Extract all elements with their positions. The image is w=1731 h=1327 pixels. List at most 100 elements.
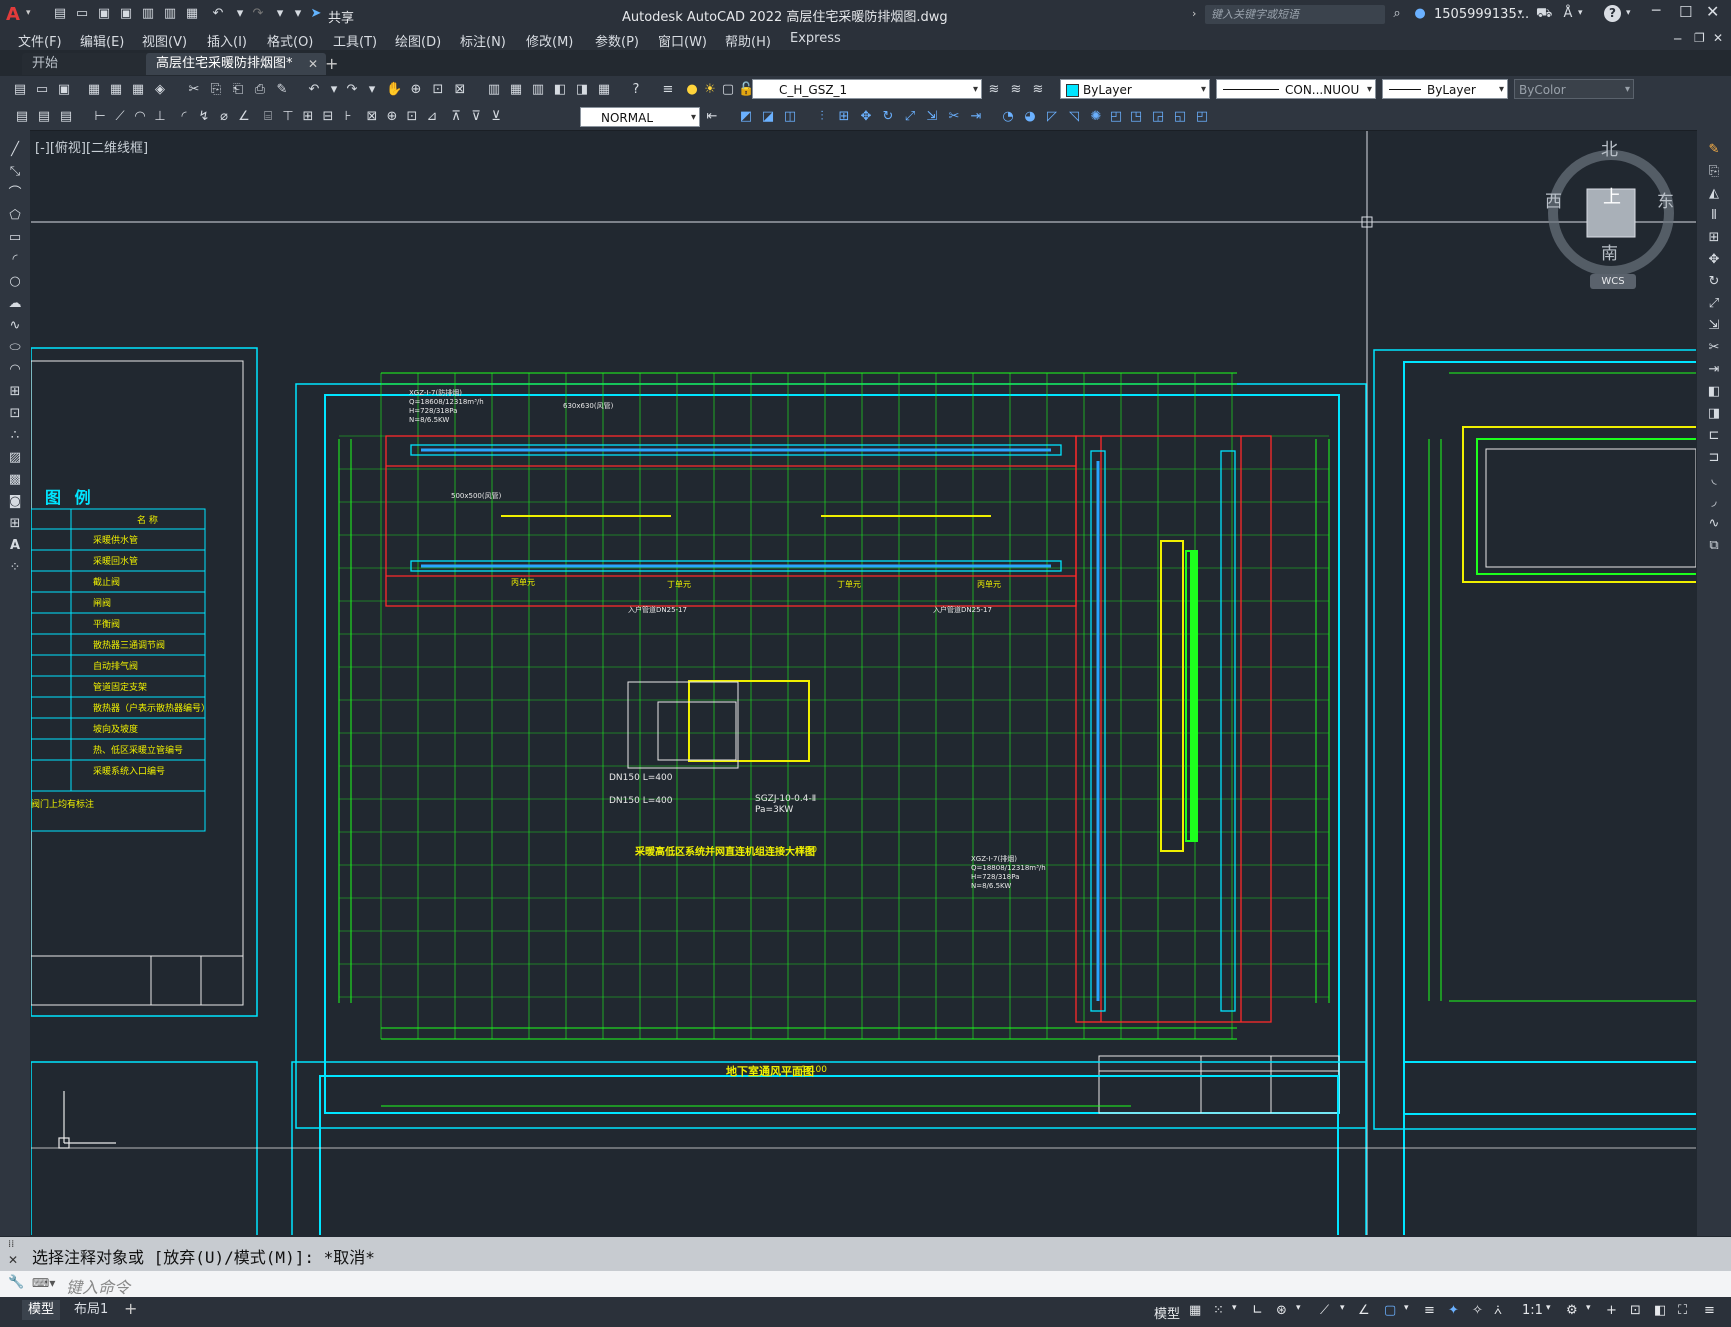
rt-chamfer-icon[interactable]: ⊐ [1706,450,1722,466]
layer-dropdown[interactable]: C_H_GSZ_1 ▾ [752,79,982,99]
qnew-icon[interactable]: ▤ [12,82,28,98]
block-editor-icon[interactable]: ✎ [274,82,290,98]
insert-block-icon[interactable]: ⊞ [7,384,23,400]
jogged-linear-icon[interactable]: ⊿ [424,109,440,125]
viewcube-west[interactable]: 西 [1545,187,1562,212]
draworder-icon[interactable]: ◰ [1108,109,1124,125]
spline-icon[interactable]: ∿ [7,318,23,334]
clean-screen-icon[interactable]: ⛶ [1678,1303,1687,1318]
zoom-previous-icon[interactable]: ⊠ [452,82,468,98]
revision-cloud-icon[interactable]: ☁ [7,296,23,312]
arc-length-icon[interactable]: ◠ [132,109,148,125]
new-tab-icon[interactable]: + [325,54,338,73]
erase-icon[interactable]: ◩ [738,109,754,125]
tolerance-icon[interactable]: ⊠ [364,109,380,125]
mirror-icon[interactable]: ◫ [782,109,798,125]
redo-tb-dropdown-icon[interactable]: ▾ [364,82,380,98]
a360-dropdown-icon[interactable]: ▾ [1578,8,1583,18]
undo-dropdown-icon[interactable]: ▾ [232,6,248,22]
fillet-icon[interactable]: ◹ [1066,109,1082,125]
region-icon[interactable]: ◙ [7,494,23,510]
rt-offset-icon[interactable]: ⫴ [1706,208,1722,224]
help-tb-icon[interactable]: ? [628,82,644,98]
redo-dropdown-icon[interactable]: ▾ [272,6,288,22]
dim-text-edit-icon[interactable]: ⊽ [468,109,484,125]
new-file-icon[interactable]: ▤ [52,6,68,22]
radius-dim-icon[interactable]: ◜ [176,109,192,125]
doc-close-icon[interactable]: ✕ [1713,31,1723,45]
sheet-set-icon[interactable]: ◧ [552,82,568,98]
break-icon[interactable]: ◔ [1000,109,1016,125]
pan-icon[interactable]: ✋ [386,82,402,98]
array-icon[interactable]: ⊞ [836,109,852,125]
rt-move-icon[interactable]: ✥ [1706,252,1722,268]
polyline-icon[interactable]: ⌒ [7,186,23,202]
polar-dropdown-icon[interactable]: ▾ [1296,1303,1301,1313]
menu-parametric[interactable]: 参数(P) [595,31,639,50]
autoscale-icon[interactable]: ✧ [1472,1303,1483,1318]
scale-icon[interactable]: ⤢ [902,109,918,125]
layer-previous-icon[interactable]: ≋ [1008,82,1024,98]
table-style-icon[interactable]: ▤ [58,109,74,125]
undo-tb-icon[interactable]: ↶ [306,82,322,98]
ortho-icon[interactable]: ∟ [1252,1303,1263,1318]
quick-access-customize-icon[interactable]: ▾ [290,6,306,22]
table-icon[interactable]: ⊞ [7,516,23,532]
rt-stretch-icon[interactable]: ⇲ [1706,318,1722,334]
annotation-monitor-icon[interactable]: + [1606,1303,1617,1318]
viewcube-north[interactable]: 北 [1601,135,1618,160]
osnap-icon[interactable]: ▢ [1384,1303,1396,1318]
viewcube-east[interactable]: 东 [1657,187,1674,212]
make-current-icon[interactable]: ≋ [986,82,1002,98]
diameter-dim-icon[interactable]: ⌀ [216,109,232,125]
menu-dimension[interactable]: 标注(N) [460,31,506,50]
copy-icon[interactable]: ⎘ [208,82,224,98]
tab-start[interactable]: 开始 [22,53,160,75]
rotate-icon[interactable]: ↻ [880,109,896,125]
save-tb-icon[interactable]: ▣ [56,82,72,98]
copy-object-icon[interactable]: ◪ [760,109,776,125]
help-dropdown-icon[interactable]: ▾ [1626,8,1631,18]
annotation-visibility-icon[interactable]: ✦ [1448,1303,1459,1318]
circle-icon[interactable]: ○ [7,274,23,290]
model-layout-tab[interactable]: 模型 [22,1300,61,1320]
share-icon[interactable]: ➤ [308,6,324,22]
workspace-gear-icon[interactable]: ⚙ [1566,1303,1578,1318]
select-group-icon[interactable]: ◰ [1194,109,1210,125]
hatch-icon[interactable]: ▨ [7,450,23,466]
layout1-tab[interactable]: 布局1 [66,1300,116,1320]
command-close-icon[interactable]: ✕ [8,1253,18,1267]
stretch-icon[interactable]: ⇲ [924,109,940,125]
viewcube-south[interactable]: 南 [1601,239,1618,264]
minimize-icon[interactable]: ─ [1652,3,1660,19]
share-button[interactable]: 共享 [328,7,354,26]
dim-override-icon[interactable]: ⇤ [704,109,720,125]
dim-space-icon[interactable]: ⊟ [320,109,336,125]
save-as-icon[interactable]: ▣ [118,6,134,22]
layer-state-icon[interactable]: ≋ [1030,82,1046,98]
aligned-dim-icon[interactable]: ⟋ [112,109,128,125]
markup-icon[interactable]: ◨ [574,82,590,98]
command-recent-icon[interactable]: ⌨▾ [32,1276,55,1290]
viewcube-top-face[interactable]: 上 [1603,183,1621,209]
close-icon[interactable]: ✕ [1706,2,1719,21]
continue-dim-icon[interactable]: ⊞ [300,109,316,125]
isodraft-icon[interactable]: ⟋ [1320,1303,1329,1318]
undo-tb-dropdown-icon[interactable]: ▾ [326,82,342,98]
command-input[interactable]: 键入命令 [66,1274,130,1298]
polygon-icon[interactable]: ⬠ [7,208,23,224]
tab-drawing[interactable]: 高层住宅采暖防排烟图* ✕ [146,53,326,75]
dim-style-icon[interactable]: ▤ [36,109,52,125]
user-dropdown-icon[interactable]: ▾ [1518,8,1523,18]
properties-icon[interactable]: ▥ [486,82,502,98]
model-space-button[interactable]: 模型 [1154,1303,1180,1322]
dim-edit-icon[interactable]: ⊼ [448,109,464,125]
lineweight-icon[interactable]: ≡ [1424,1303,1435,1318]
rt-break-icon[interactable]: ◨ [1706,406,1722,422]
open-file-icon[interactable]: ▭ [74,6,90,22]
open-web-icon[interactable]: ▥ [140,6,156,22]
rt-group-icon[interactable]: ⧉ [1706,538,1722,554]
text-style-icon[interactable]: ▤ [14,109,30,125]
polar-icon[interactable]: ⊛ [1276,1303,1287,1318]
menu-tools[interactable]: 工具(T) [333,31,377,50]
